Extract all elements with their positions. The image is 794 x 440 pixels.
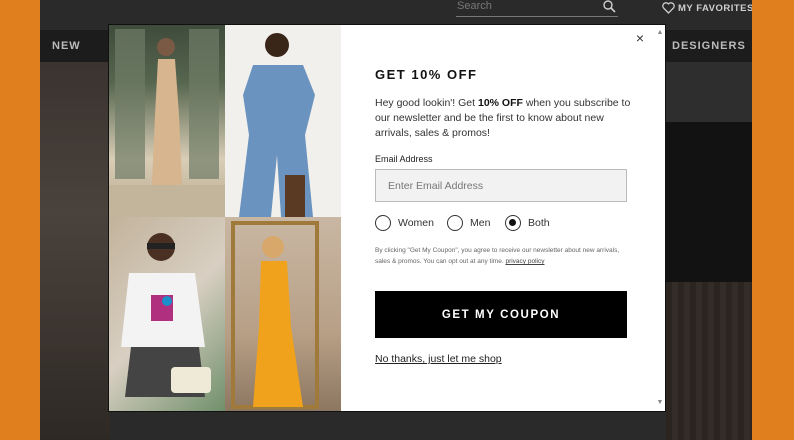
legal-text: By clicking "Get My Coupon", you agree t… (375, 247, 620, 265)
promo-photo-knit-dress (109, 25, 225, 217)
heart-icon (662, 2, 675, 14)
radio-women[interactable]: Women (375, 215, 434, 231)
scroll-up-icon[interactable]: ▲ (656, 29, 664, 36)
intro-discount: 10% OFF (477, 97, 523, 109)
radio-label-women: Women (398, 217, 434, 229)
intro-text: Hey good lookin'! Get 10% OFF when you s… (375, 96, 631, 141)
modal-title: GET 10% OFF (375, 67, 478, 82)
scroll-down-icon[interactable]: ▼ (656, 399, 664, 406)
radio-men[interactable]: Men (447, 215, 490, 231)
get-coupon-button[interactable]: GET MY COUPON (375, 291, 627, 338)
email-label: Email Address (375, 154, 433, 164)
background-panel (110, 412, 666, 440)
promo-photo-denim-jumpsuit (225, 25, 341, 217)
radio-label-men: Men (470, 217, 491, 229)
radio-circle[interactable] (375, 215, 391, 231)
favorites-link[interactable]: MY FAVORITES (662, 2, 752, 14)
radio-circle[interactable] (447, 215, 463, 231)
background-panel (666, 122, 752, 282)
close-icon[interactable]: × (633, 31, 647, 45)
promo-photo-graphic-tee (109, 217, 225, 411)
search-icon[interactable] (602, 0, 616, 14)
decline-link[interactable]: No thanks, just let me shop (375, 353, 502, 365)
promo-photo-grid (109, 25, 341, 411)
nav-item-designers[interactable]: DESIGNERS (672, 40, 746, 52)
nav-item-new[interactable]: NEW (52, 40, 81, 52)
privacy-policy-link[interactable]: privacy policy (505, 258, 544, 265)
search-field[interactable]: Search (456, 0, 618, 17)
intro-text-start: Hey good lookin'! Get (375, 97, 478, 109)
promo-photo-orange-dress (225, 217, 341, 411)
radio-both[interactable]: Both (505, 215, 550, 231)
radio-label-both: Both (528, 217, 550, 229)
favorites-label: MY FAVORITES (678, 2, 752, 14)
legal-disclaimer: By clicking "Get My Coupon", you agree t… (375, 245, 631, 267)
newsletter-modal: × ▲ ▼ GET 10% OFF Hey good lookin'! Get … (108, 24, 666, 412)
gender-preference: Women Men Both (375, 215, 631, 235)
email-field[interactable] (375, 169, 627, 202)
search-placeholder: Search (457, 0, 492, 12)
background-image (666, 282, 752, 440)
background-hero-image (40, 62, 110, 440)
background-panel (666, 62, 752, 122)
radio-circle-selected[interactable] (505, 215, 521, 231)
